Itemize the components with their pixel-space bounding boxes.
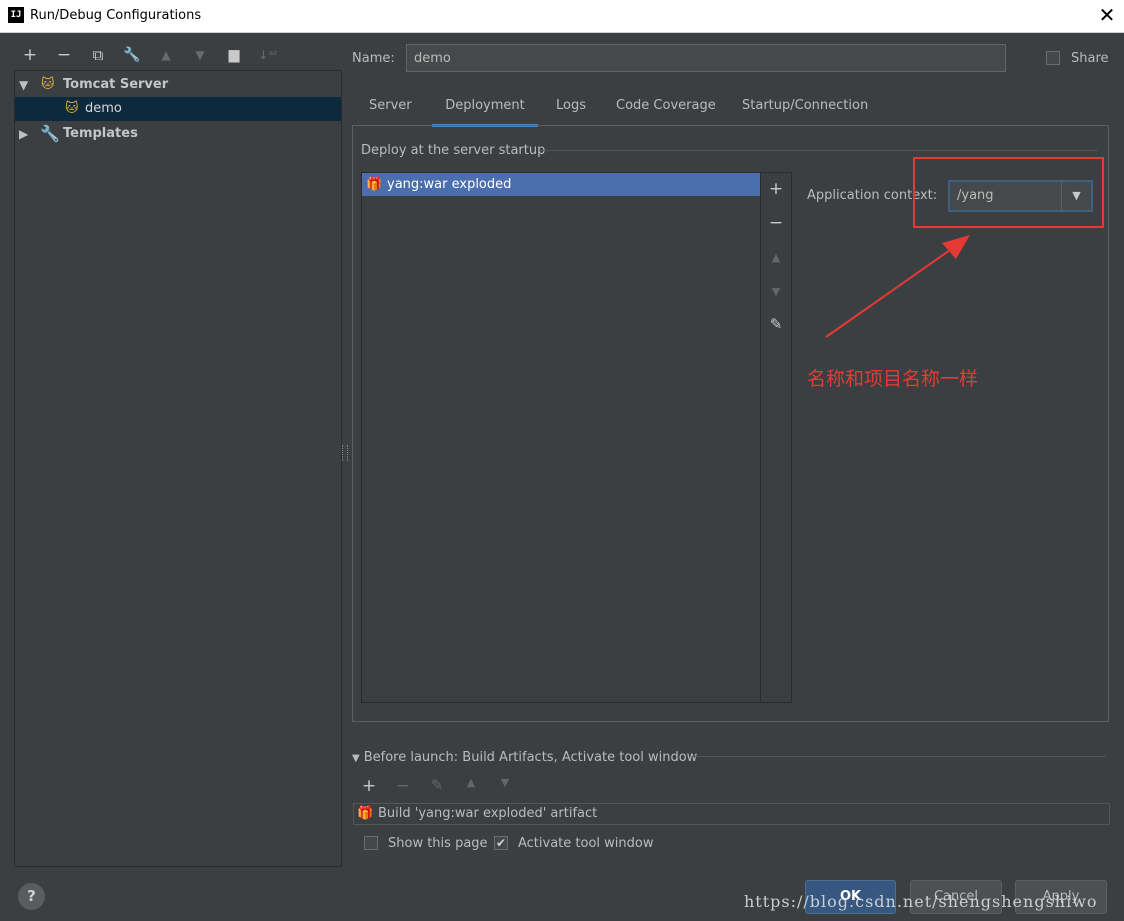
remove-configuration-button[interactable]: − <box>53 44 75 66</box>
move-up-icon[interactable]: ▲ <box>460 776 482 789</box>
app-icon: IJ <box>8 7 24 23</box>
remove-artifact-button[interactable]: − <box>761 213 791 233</box>
tree-item-demo[interactable]: 🐱 demo <box>15 97 341 121</box>
add-task-button[interactable]: + <box>358 776 380 796</box>
window-titlebar: IJ Run/Debug Configurations ✕ <box>0 0 1124 33</box>
tree-item-label: Templates <box>63 126 138 141</box>
tree-item-label: demo <box>85 101 122 116</box>
share-checkbox[interactable] <box>1046 51 1060 65</box>
share-label: Share <box>1071 51 1109 66</box>
before-launch-list[interactable]: 🎁 Build 'yang:war exploded' artifact <box>353 803 1110 825</box>
folder-icon[interactable]: ▆ <box>223 44 245 66</box>
sort-icon[interactable]: ↓ᵃᶻ <box>257 44 279 66</box>
move-up-icon[interactable]: ▲ <box>155 44 177 66</box>
tab-deployment[interactable]: Deployment <box>432 94 538 127</box>
expand-triangle-icon[interactable]: ▼ <box>19 73 28 97</box>
remove-task-button[interactable]: − <box>392 776 414 796</box>
close-icon[interactable]: ✕ <box>1096 2 1118 28</box>
artifact-icon: 🎁 <box>357 806 374 821</box>
tab-code-coverage[interactable]: Code Coverage <box>616 94 716 124</box>
window-title: Run/Debug Configurations <box>30 8 202 23</box>
artifact-list[interactable] <box>361 172 761 703</box>
before-launch-label: Before launch: Build Artifacts, Activate… <box>363 750 698 765</box>
section-separator <box>540 150 1098 151</box>
artifact-icon: 🎁 <box>366 177 383 192</box>
artifact-side-toolbar: + − ▲ ▼ ✎ <box>761 172 792 703</box>
tab-logs[interactable]: Logs <box>556 94 586 124</box>
configuration-tree[interactable]: ▼ 🐱 Tomcat Server 🐱 demo ▶ 🔧 Templates <box>14 70 342 867</box>
tab-server[interactable]: Server <box>369 94 412 124</box>
tomcat-icon: 🐱 <box>65 101 79 116</box>
add-configuration-button[interactable]: + <box>19 44 41 66</box>
move-up-icon[interactable]: ▲ <box>761 251 791 264</box>
before-launch-title[interactable]: ▼ Before launch: Build Artifacts, Activat… <box>352 750 697 765</box>
watermark: https://blog.csdn.net/shengshengshiwo <box>744 892 1098 911</box>
edit-pencil-icon[interactable]: ✎ <box>761 315 791 333</box>
show-page-checkbox[interactable] <box>364 836 378 850</box>
move-down-icon[interactable]: ▼ <box>494 776 516 789</box>
collapse-triangle-icon[interactable]: ▶ <box>19 122 28 146</box>
tab-startup-connection[interactable]: Startup/Connection <box>742 94 868 124</box>
show-page-label: Show this page <box>388 836 488 851</box>
move-down-icon[interactable]: ▼ <box>761 285 791 298</box>
name-label: Name: <box>352 51 395 66</box>
edit-defaults-wrench-icon[interactable]: 🔧 <box>121 44 143 66</box>
annotation-text: 名称和项目名称一样 <box>807 368 979 390</box>
copy-configuration-button[interactable]: ⧉ <box>87 44 109 66</box>
annotation-arrow-icon <box>825 235 970 338</box>
edit-pencil-icon[interactable]: ✎ <box>426 776 448 794</box>
help-button[interactable]: ? <box>18 883 45 910</box>
list-item[interactable]: 🎁 yang:war exploded <box>362 173 760 196</box>
activate-tool-window-label: Activate tool window <box>518 836 654 851</box>
activate-tool-window-checkbox[interactable]: ✔ <box>494 836 508 850</box>
section-title: Deploy at the server startup <box>361 143 546 158</box>
tree-item-label: Tomcat Server <box>63 77 169 92</box>
wrench-icon: 🔧 <box>40 124 60 143</box>
add-artifact-button[interactable]: + <box>761 179 791 199</box>
splitter-handle[interactable] <box>342 445 348 461</box>
name-input[interactable]: demo <box>406 44 1006 72</box>
tree-item-templates[interactable]: ▶ 🔧 Templates <box>15 122 341 146</box>
annotation-highlight-box <box>913 157 1104 228</box>
tomcat-icon: 🐱 <box>41 77 55 92</box>
tree-item-tomcat-server[interactable]: ▼ 🐱 Tomcat Server <box>15 73 341 97</box>
list-item[interactable]: Build 'yang:war exploded' artifact <box>378 804 597 824</box>
collapse-triangle-icon[interactable]: ▼ <box>352 753 360 764</box>
artifact-label: yang:war exploded <box>387 177 512 192</box>
section-separator <box>692 756 1106 757</box>
move-down-icon[interactable]: ▼ <box>189 44 211 66</box>
